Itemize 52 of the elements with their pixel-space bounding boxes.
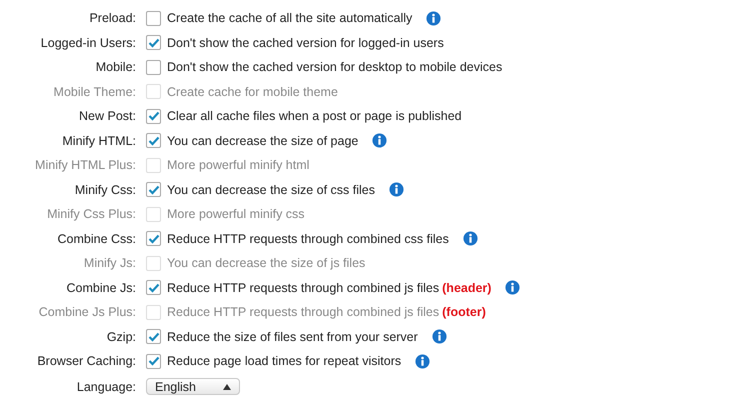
language-label: Language: [76,380,136,394]
setting-label: Combine Js: [66,280,136,295]
info-icon[interactable] [505,280,520,296]
checkbox[interactable] [146,280,161,296]
setting-label: Gzip: [106,330,136,344]
setting-description: More powerful minify css [167,207,305,222]
setting-label: Minify Css: [74,182,136,197]
setting-description: You can decrease the size of js files [167,256,366,270]
checkbox[interactable] [146,354,161,369]
setting-label: Minify Js: [82,256,136,270]
setting-label: Preload: [88,11,136,26]
setting-description: You can decrease the size of css files [167,182,375,197]
checkbox[interactable] [146,10,161,26]
setting-description: Don't show the cached version for logged-in users [167,36,444,50]
setting-label: Mobile: [94,60,136,74]
setting-label: Minify HTML: [61,134,136,148]
setting-description: Clear all cache files when a post or page is published [167,109,462,124]
setting-description: Reduce the size of files sent from your server [167,330,418,344]
checkbox[interactable] [146,35,161,50]
setting-description: Reduce page load times for repeat visitors [167,354,402,368]
setting-label: Browser Caching: [36,354,136,368]
setting-description: Create cache for mobile theme [167,84,338,99]
info-icon[interactable] [372,133,388,148]
checkbox[interactable] [146,329,161,344]
caret-icon [223,384,231,390]
info-icon[interactable] [432,329,447,344]
setting-label: Minify Css Plus: [46,207,136,222]
setting-description: Reduce HTTP requests through combined js files [167,305,440,320]
setting-description: Don't show the cached version for desktop to mobile devices [167,60,502,74]
setting-label: Mobile Theme: [52,84,136,99]
setting-description: Create the cache of all the site automatically [167,11,412,26]
note-text: (header) [442,280,492,295]
setting-description: You can decrease the size of page [167,134,358,148]
setting-description: More powerful minify html [167,158,310,172]
checkbox[interactable] [146,231,161,246]
checkbox[interactable] [146,60,161,75]
checkbox[interactable] [146,182,161,198]
info-icon[interactable] [415,354,430,369]
note-text: (footer) [442,305,486,320]
setting-description: Reduce HTTP requests through combined js files [167,280,440,295]
info-icon[interactable] [426,10,442,26]
info-icon[interactable] [462,231,478,246]
checkbox[interactable] [146,108,161,124]
setting-label: Combine Js Plus: [38,305,136,320]
setting-label: Combine Css: [56,232,136,246]
setting-label: Logged-in Users: [40,36,136,50]
setting-label: New Post: [78,109,136,124]
info-icon[interactable] [389,182,404,198]
setting-description: Reduce HTTP requests through combined css files [167,232,449,246]
language-select[interactable]: English [146,378,240,394]
checkbox[interactable] [146,133,161,148]
setting-label: Minify HTML Plus: [34,158,136,172]
